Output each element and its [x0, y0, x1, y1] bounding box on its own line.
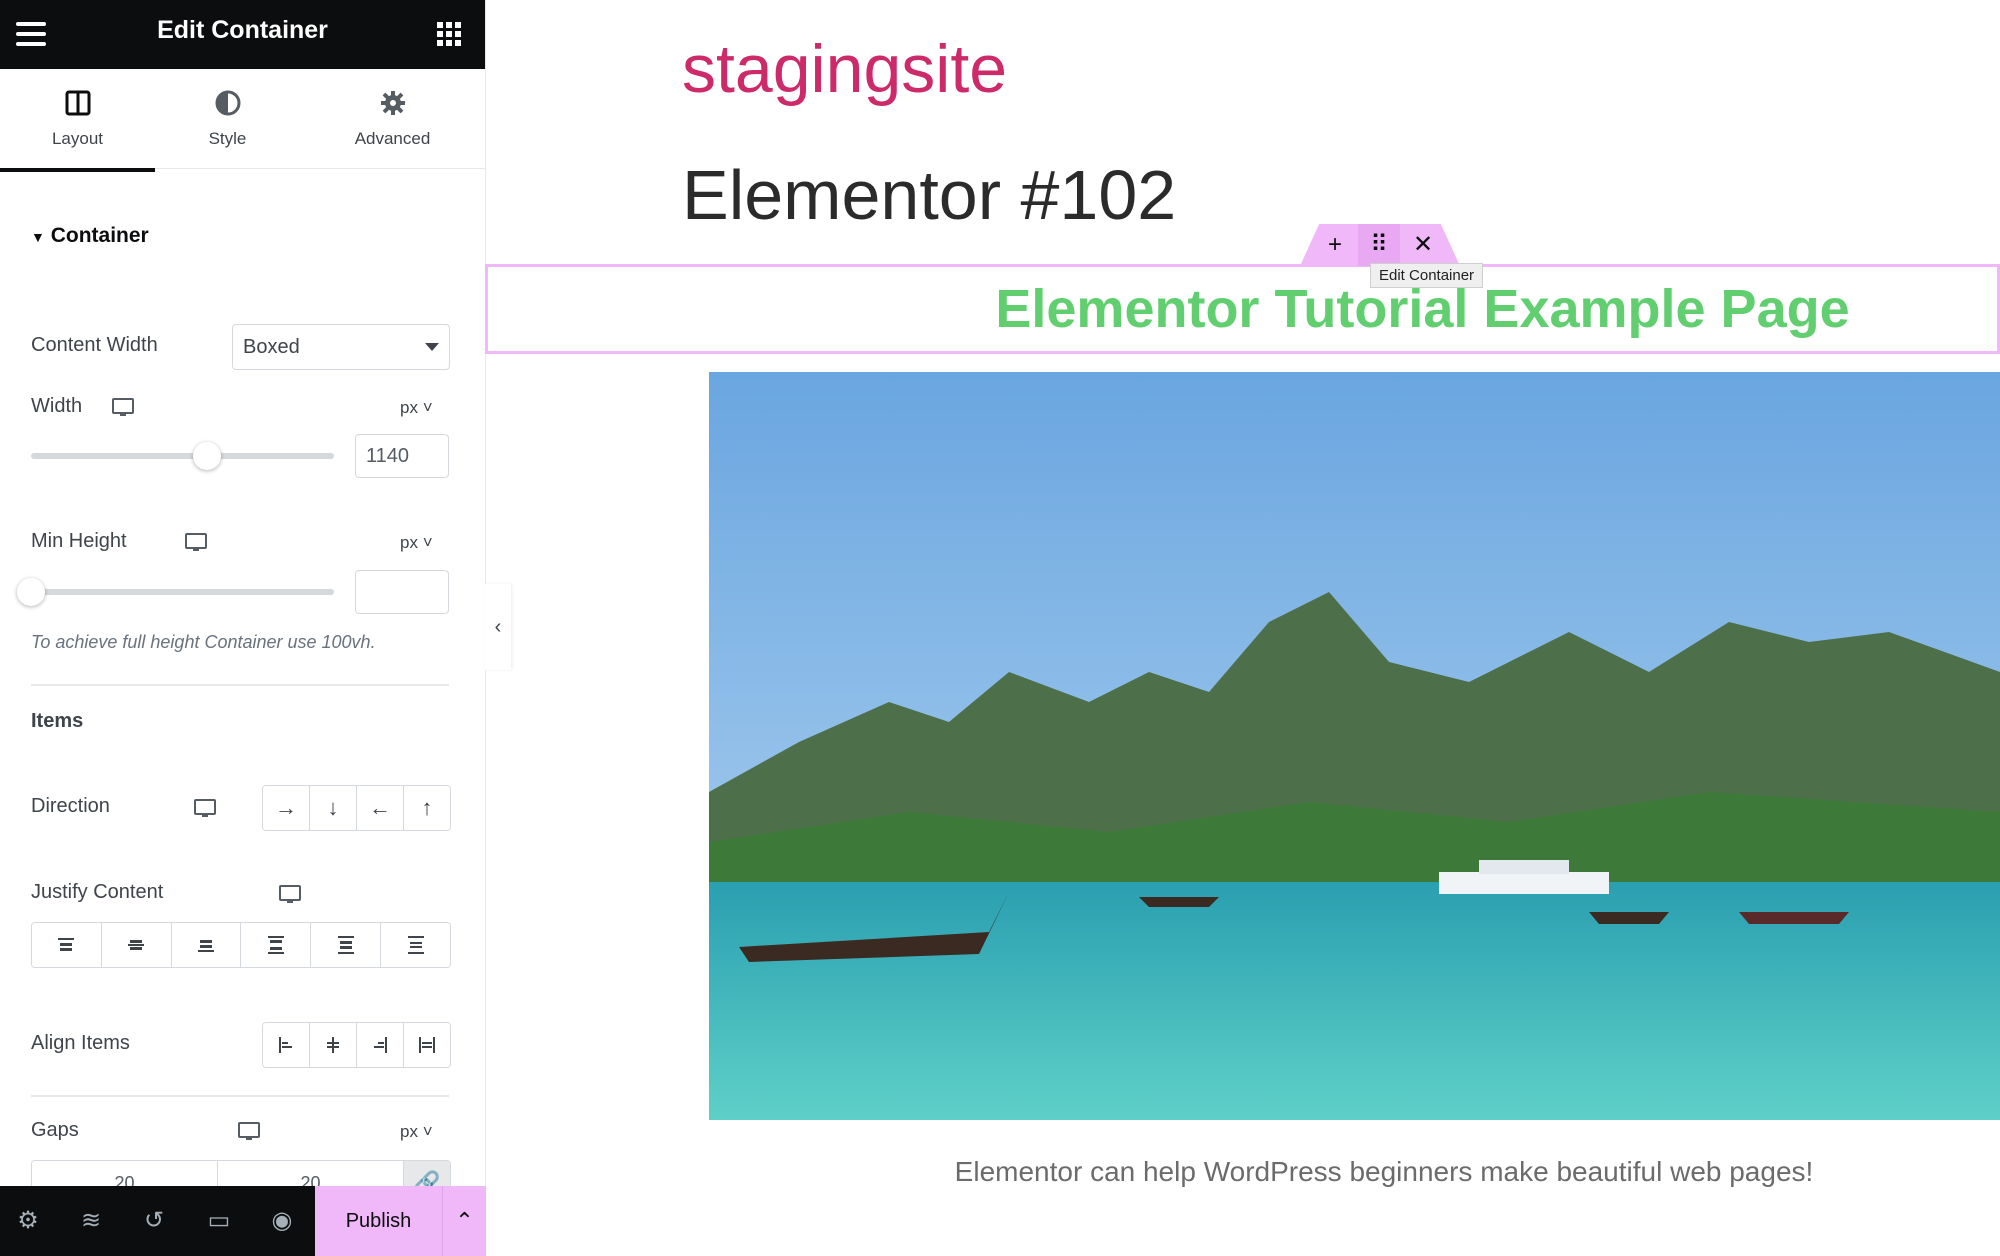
justify-content-control	[31, 922, 451, 968]
justify-space-evenly-icon	[407, 936, 424, 954]
gear-icon	[380, 91, 405, 115]
panel-tabs: Layout Style Advanced	[0, 69, 485, 172]
direction-column-button[interactable]: ↓	[310, 786, 357, 830]
width-unit-select[interactable]: px ˅	[400, 398, 433, 418]
min-height-label: Min Height	[31, 530, 127, 552]
divider	[31, 1095, 449, 1097]
responsive-icon[interactable]: ▭	[206, 1208, 232, 1234]
panel-header: Edit Container	[0, 0, 485, 69]
caret-down-icon: ▼	[31, 229, 45, 245]
unit-label: px	[400, 1122, 418, 1141]
unit-label: px	[400, 398, 418, 417]
contrast-icon	[215, 90, 240, 116]
drag-handle[interactable]: ⠿	[1358, 224, 1400, 266]
justify-content-label: Justify Content	[31, 881, 164, 903]
tab-label: Layout	[51, 129, 104, 148]
tutorial-heading[interactable]: Elementor Tutorial Example Page	[485, 278, 2000, 340]
collapse-panel-button[interactable]: ‹	[485, 584, 511, 670]
divider	[31, 684, 449, 686]
delete-container-button[interactable]: ✕	[1402, 224, 1444, 266]
align-end-button[interactable]	[357, 1023, 404, 1067]
align-end-icon	[374, 1037, 387, 1053]
justify-space-around-icon	[337, 936, 354, 954]
align-start-icon	[279, 1037, 292, 1053]
section-container-toggle[interactable]: ▼ Container	[31, 224, 149, 248]
min-height-slider-track[interactable]	[31, 589, 334, 595]
select-value: Boxed	[243, 336, 300, 358]
container-handle: + ⠿ ✕	[1300, 224, 1460, 266]
tab-advanced[interactable]: Advanced	[310, 69, 475, 168]
justify-space-between-icon	[267, 936, 284, 954]
justify-start-icon	[58, 938, 75, 951]
width-slider-track[interactable]	[31, 453, 334, 459]
width-label: Width	[31, 395, 83, 417]
justify-center-icon	[128, 940, 145, 950]
widgets-grid-icon[interactable]	[437, 22, 461, 46]
add-element-button[interactable]: +	[1314, 224, 1356, 266]
tab-style[interactable]: Style	[155, 69, 300, 168]
unit-label: px	[400, 533, 418, 552]
tab-label: Advanced	[354, 129, 431, 148]
width-input[interactable]: 1140	[355, 434, 449, 478]
direction-label: Direction	[31, 795, 110, 817]
align-center-button[interactable]	[310, 1023, 357, 1067]
justify-center-button[interactable]	[101, 923, 172, 967]
width-slider-handle[interactable]	[192, 442, 221, 470]
input-value: 1140	[366, 445, 410, 467]
layers-icon[interactable]: ≋	[78, 1208, 104, 1234]
edit-container-tooltip: Edit Container	[1370, 263, 1484, 288]
tab-layout[interactable]: Layout	[0, 69, 155, 172]
chevron-left-icon: ‹	[494, 616, 502, 638]
justify-space-around-button[interactable]	[311, 923, 382, 967]
desktop-icon[interactable]	[185, 533, 208, 551]
tab-label: Style	[208, 129, 247, 148]
content-width-label: Content Width	[31, 334, 158, 356]
gaps-unit-select[interactable]: px ˅	[400, 1122, 433, 1142]
publish-button[interactable]: Publish	[315, 1186, 442, 1256]
desktop-icon[interactable]	[193, 799, 216, 817]
direction-control: → ↓ ← ↑	[262, 785, 451, 831]
min-height-input[interactable]	[355, 570, 449, 614]
direction-column-reverse-button[interactable]: ↑	[404, 786, 450, 830]
site-title[interactable]: stagingsite	[682, 30, 1007, 108]
preview-icon[interactable]: ◉	[269, 1208, 295, 1234]
justify-end-button[interactable]	[171, 923, 242, 967]
desktop-icon[interactable]	[238, 1122, 261, 1140]
items-heading: Items	[31, 710, 84, 732]
beach-photo-illustration	[709, 372, 2000, 1120]
chevron-up-icon: ⌃	[455, 1208, 474, 1233]
direction-row-button[interactable]: →	[263, 786, 310, 830]
caret-down-icon	[425, 343, 439, 351]
page-title: Elementor #102	[682, 156, 1177, 234]
align-stretch-icon	[419, 1037, 435, 1053]
content-width-select[interactable]: Boxed	[232, 324, 450, 370]
panel-title: Edit Container	[157, 16, 328, 44]
direction-row-reverse-button[interactable]: ←	[357, 786, 404, 830]
editor-panel: Edit Container Layout Style Advanced ▼ C…	[0, 0, 486, 1256]
align-stretch-button[interactable]	[404, 1023, 450, 1067]
history-icon[interactable]: ↺	[141, 1208, 167, 1234]
justify-space-evenly-button[interactable]	[381, 923, 450, 967]
min-height-unit-select[interactable]: px ˅	[400, 533, 433, 553]
min-height-slider-handle[interactable]	[17, 578, 45, 606]
publish-options-button[interactable]: ⌃	[442, 1186, 486, 1256]
desktop-icon[interactable]	[112, 398, 134, 416]
align-start-button[interactable]	[263, 1023, 310, 1067]
justify-space-between-button[interactable]	[241, 923, 312, 967]
settings-icon[interactable]: ⚙	[15, 1208, 41, 1234]
gaps-label: Gaps	[31, 1119, 79, 1141]
min-height-hint: To achieve full height Container use 100…	[31, 632, 376, 652]
justify-end-icon	[198, 940, 215, 952]
beach-photo[interactable]	[709, 372, 2000, 1120]
layout-icon	[65, 90, 90, 116]
section-title: Container	[50, 224, 149, 247]
align-items-control	[262, 1022, 451, 1068]
image-caption: Elementor can help WordPress beginners m…	[954, 1156, 1814, 1187]
align-items-label: Align Items	[31, 1032, 130, 1054]
desktop-icon[interactable]	[279, 885, 302, 903]
panel-footer: ⚙ ≋ ↺ ▭ ◉ Publish ⌃	[0, 1186, 486, 1256]
align-center-icon	[327, 1037, 339, 1053]
justify-start-button[interactable]	[32, 923, 102, 967]
